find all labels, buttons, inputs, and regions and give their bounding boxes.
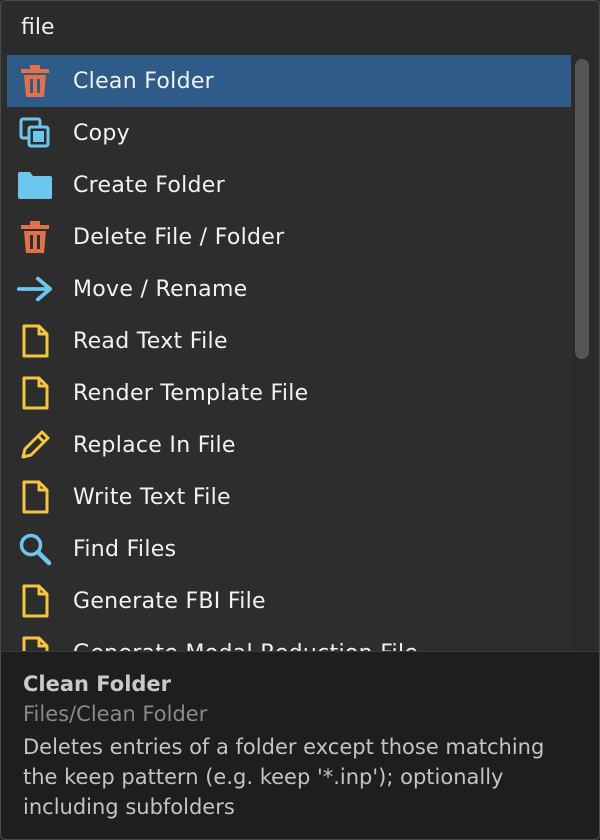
file-icon (17, 479, 53, 515)
item-label: Write Text File (73, 484, 231, 510)
folder-icon (17, 167, 53, 203)
list-item-find-files[interactable]: Find Files (7, 523, 571, 575)
copy-icon (17, 115, 53, 151)
search-input[interactable]: file (21, 14, 55, 42)
item-label: Replace In File (73, 432, 236, 458)
search-icon (17, 531, 53, 567)
search-bar[interactable]: file (1, 1, 599, 55)
item-label: Copy (73, 120, 131, 146)
command-palette: file Clean Folder Copy Create Folder Del… (0, 0, 600, 840)
list-item-copy[interactable]: Copy (7, 107, 571, 159)
item-label: Clean Folder (73, 68, 215, 94)
trash-icon (17, 219, 53, 255)
file-icon (17, 635, 53, 651)
list-item-delete-file-folder[interactable]: Delete File / Folder (7, 211, 571, 263)
file-icon (17, 323, 53, 359)
pencil-icon (17, 427, 53, 463)
results-list: Clean Folder Copy Create Folder Delete F… (1, 55, 599, 651)
item-label: Read Text File (73, 328, 228, 354)
list-item-read-text-file[interactable]: Read Text File (7, 315, 571, 367)
list-item-generate-modal-reduction-file[interactable]: Generate Modal Reduction File (7, 627, 571, 651)
scrollbar-thumb[interactable] (575, 59, 589, 359)
file-icon (17, 583, 53, 619)
list-item-replace-in-file[interactable]: Replace In File (7, 419, 571, 471)
arrow-right-icon (17, 271, 53, 307)
list-item-clean-folder[interactable]: Clean Folder (7, 55, 571, 107)
item-label: Create Folder (73, 172, 225, 198)
details-title: Clean Folder (23, 672, 172, 696)
details-path: Files/Clean Folder (23, 702, 208, 726)
list-item-render-template-file[interactable]: Render Template File (7, 367, 571, 419)
item-label: Find Files (73, 536, 177, 562)
item-label: Render Template File (73, 380, 309, 406)
list-item-write-text-file[interactable]: Write Text File (7, 471, 571, 523)
list-item-move-rename[interactable]: Move / Rename (7, 263, 571, 315)
details-description: Deletes entries of a folder except those… (23, 735, 545, 819)
file-icon (17, 375, 53, 411)
trash-icon (17, 63, 53, 99)
item-label: Move / Rename (73, 276, 248, 302)
details-panel: Clean Folder Files/Clean Folder Deletes … (1, 651, 599, 839)
list-item-generate-fbi-file[interactable]: Generate FBI File (7, 575, 571, 627)
item-label: Generate FBI File (73, 588, 266, 614)
item-label: Generate Modal Reduction File (73, 641, 418, 652)
list-item-create-folder[interactable]: Create Folder (7, 159, 571, 211)
item-label: Delete File / Folder (73, 224, 285, 250)
